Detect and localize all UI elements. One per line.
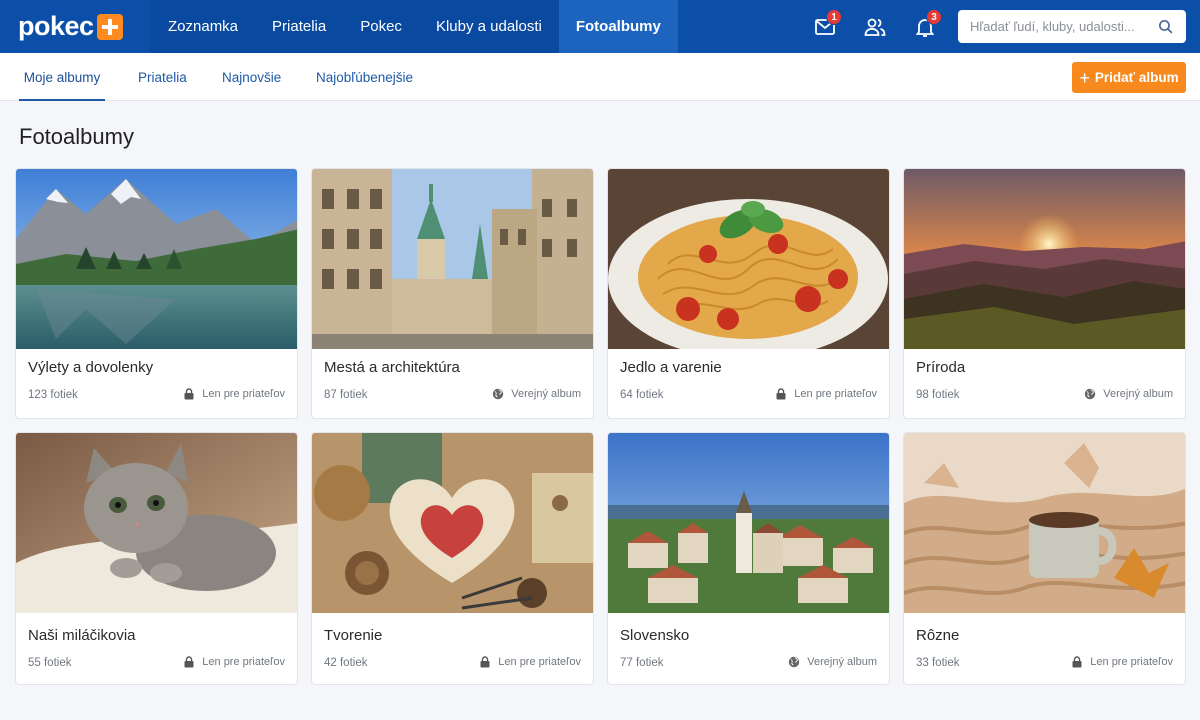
album-title: Príroda	[916, 359, 966, 376]
slovak-town-image	[608, 433, 889, 613]
pokec-logo[interactable]: pokec	[0, 0, 150, 53]
top-bar: pokec Zoznamka Priatelia Pokec Kluby a u…	[0, 0, 1200, 53]
nav-item-priatelia[interactable]: Priatelia	[255, 0, 343, 53]
privacy-label: Len pre priateľov	[183, 388, 285, 400]
privacy-label: Len pre priateľov	[1071, 656, 1173, 668]
plus-logo-icon	[96, 13, 123, 40]
tab-najoblubenejsie[interactable]: Najobľúbenejšie	[316, 53, 413, 101]
crafts-heart-image	[312, 433, 593, 613]
add-album-button[interactable]: + Pridať album	[1072, 62, 1186, 93]
album-card[interactable]: Jedlo a varenie 64 fotiek Len pre priate…	[607, 168, 890, 419]
privacy-text: Len pre priateľov	[498, 656, 581, 668]
people-icon	[864, 18, 886, 36]
search-icon	[1158, 19, 1172, 34]
search-button[interactable]	[1150, 10, 1180, 43]
photo-count: 87 fotiek	[324, 389, 368, 401]
album-thumbnail[interactable]	[16, 169, 297, 349]
notifications-badge: 3	[926, 9, 942, 25]
photo-count: 64 fotiek	[620, 389, 664, 401]
add-album-label: Pridať album	[1094, 70, 1179, 85]
page-title: Fotoalbumy	[19, 124, 134, 149]
pasta-plate-image	[608, 169, 889, 349]
album-title: Naši miláčikovia	[28, 627, 136, 644]
privacy-label: Len pre priateľov	[775, 388, 877, 400]
album-title: Jedlo a varenie	[620, 359, 722, 376]
privacy-text: Verejný album	[1103, 388, 1173, 400]
plus-icon: +	[1079, 67, 1090, 88]
lock-icon	[1072, 656, 1082, 668]
photo-count: 42 fotiek	[324, 657, 368, 669]
album-thumbnail[interactable]	[608, 169, 889, 349]
album-title: Mestá a architektúra	[324, 359, 460, 376]
album-card[interactable]: Výlety a dovolenky 123 fotiek Len pre pr…	[15, 168, 298, 419]
privacy-text: Verejný album	[807, 656, 877, 668]
globe-icon	[789, 656, 800, 668]
album-title: Tvorenie	[324, 627, 383, 644]
search-box	[958, 10, 1186, 43]
privacy-label: Verejný album	[1084, 388, 1173, 400]
sunset-hills-image	[904, 169, 1185, 349]
album-thumbnail[interactable]	[312, 169, 593, 349]
privacy-label: Len pre priateľov	[183, 656, 285, 668]
privacy-label: Verejný album	[788, 656, 877, 668]
album-thumbnail[interactable]	[16, 433, 297, 613]
album-title: Výlety a dovolenky	[28, 359, 154, 376]
globe-icon	[493, 388, 504, 400]
city-street-image	[312, 169, 593, 349]
search-input[interactable]	[958, 10, 1150, 43]
album-thumbnail[interactable]	[312, 433, 593, 613]
lock-icon	[184, 388, 194, 400]
tab-najnovsie[interactable]: Najnovšie	[222, 53, 281, 101]
photo-count: 123 fotiek	[28, 389, 78, 401]
privacy-label: Verejný album	[492, 388, 581, 400]
album-card[interactable]: Naši miláčikovia 55 fotiek Len pre priat…	[15, 432, 298, 685]
album-title: Slovensko	[620, 627, 690, 644]
album-thumbnail[interactable]	[904, 169, 1185, 349]
privacy-text: Len pre priateľov	[202, 388, 285, 400]
album-card[interactable]: Rôzne 33 fotiek Len pre priateľov	[903, 432, 1186, 685]
privacy-text: Len pre priateľov	[202, 656, 285, 668]
nav-item-kluby[interactable]: Kluby a udalosti	[419, 0, 559, 53]
top-icons: 1 3	[800, 0, 950, 53]
globe-icon	[1085, 388, 1096, 400]
tab-priatelia[interactable]: Priatelia	[138, 53, 187, 101]
privacy-text: Len pre priateľov	[1090, 656, 1173, 668]
album-title: Rôzne	[916, 627, 960, 644]
album-thumbnail[interactable]	[608, 433, 889, 613]
privacy-text: Verejný album	[511, 388, 581, 400]
photo-count: 55 fotiek	[28, 657, 72, 669]
album-card[interactable]: Tvorenie 42 fotiek Len pre priateľov	[311, 432, 594, 685]
lock-icon	[480, 656, 490, 668]
album-card[interactable]: Príroda 98 fotiek Verejný album	[903, 168, 1186, 419]
nav-item-pokec[interactable]: Pokec	[343, 0, 419, 53]
notifications-button[interactable]: 3	[900, 0, 950, 53]
friends-button[interactable]	[850, 0, 900, 53]
privacy-label: Len pre priateľov	[479, 656, 581, 668]
photo-count: 33 fotiek	[916, 657, 960, 669]
lock-icon	[776, 388, 786, 400]
coffee-blanket-image	[904, 433, 1185, 613]
album-thumbnail[interactable]	[904, 433, 1185, 613]
messages-button[interactable]: 1	[800, 0, 850, 53]
album-card[interactable]: Mestá a architektúra 87 fotiek Verejný a…	[311, 168, 594, 419]
photo-count: 77 fotiek	[620, 657, 664, 669]
lock-icon	[184, 656, 194, 668]
album-card[interactable]: Slovensko 77 fotiek Verejný album	[607, 432, 890, 685]
privacy-text: Len pre priateľov	[794, 388, 877, 400]
main-nav: Zoznamka Priatelia Pokec Kluby a udalost…	[150, 0, 678, 53]
mountain-lake-image	[16, 169, 297, 349]
sub-nav: Moje albumy Priatelia Najnovšie Najobľúb…	[0, 53, 1200, 101]
logo-text: pokec	[18, 11, 94, 41]
nav-item-fotoalbumy[interactable]: Fotoalbumy	[558, 0, 678, 53]
nav-item-zoznamka[interactable]: Zoznamka	[151, 0, 255, 53]
messages-badge: 1	[826, 9, 842, 25]
kitten-image	[16, 433, 297, 613]
photo-count: 98 fotiek	[916, 389, 960, 401]
tab-moje-albumy[interactable]: Moje albumy	[19, 53, 105, 101]
